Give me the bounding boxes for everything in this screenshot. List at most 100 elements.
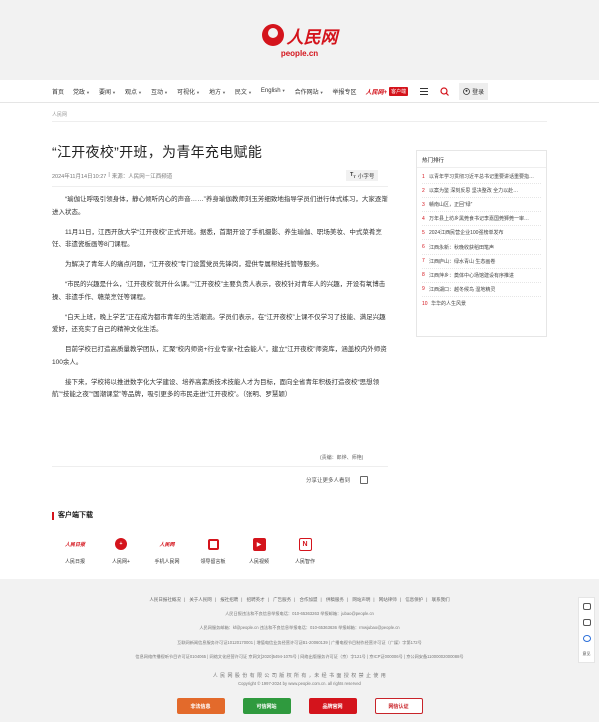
app-download-list: 人民日报 人民日报 + 人民网+ 人民网 手机人民网 领导留言板 ▶ 人民视频 … <box>52 533 328 565</box>
share-icon[interactable] <box>582 635 591 643</box>
nav-client-download[interactable]: 人民网+ 客户端 <box>365 86 409 96</box>
text-size-icon: TT <box>350 171 356 180</box>
people-create-icon: N <box>294 533 316 555</box>
list-item[interactable]: 9 江西湖口：越冬候鸟 湿地精灵 <box>422 283 541 297</box>
nav-ethnic[interactable]: 民文▼ <box>235 87 252 96</box>
list-item[interactable]: 4 万年县上坊乡黑莞食书记李嘉国莞狮莞一审… <box>422 212 541 227</box>
footer-link[interactable]: 报社招聘 <box>220 597 238 602</box>
font-size-toggle[interactable]: TT 小字号 <box>346 170 379 181</box>
hot-ranking-panel: 热门排行 1 以青年学习贯彻习近平总书记重要讲话重要指… 2 以案为鉴 深刻反思 坚… <box>416 150 547 337</box>
article-paragraph: “市民的兴趣是什么，‘江开夜校’就开什么课。”“江开夜校”主要负责人表示，夜校针… <box>52 281 386 301</box>
message-board-icon <box>202 533 224 555</box>
floating-toolbar: 意见 <box>578 597 595 663</box>
search-icon[interactable] <box>439 86 449 96</box>
chat-icon[interactable] <box>582 602 591 610</box>
cert-badge[interactable]: 可信网站 <box>242 698 291 714</box>
nav-interact[interactable]: 互动▼ <box>151 87 168 96</box>
article-paragraph: 为解决了青年人的痛点问题，“江开夜校”专门设置党员先锋岗，提供专属帮娃托管等服务… <box>65 261 323 268</box>
divider <box>52 186 388 187</box>
list-item[interactable]: 8 江西萍乡：奠体中心场馆建设有序推进 <box>422 269 541 283</box>
cert-badge[interactable]: 网信认证 <box>374 698 423 714</box>
footer-link[interactable]: 供稿服务 <box>326 597 344 602</box>
chevron-down-icon: ▼ <box>281 88 286 93</box>
footer-link[interactable]: 合作加盟 <box>300 597 318 602</box>
list-item[interactable]: 7 江西庐山：绿水青山 生态画卷 <box>422 255 541 269</box>
app-item[interactable]: N 人民智作 <box>282 533 328 565</box>
site-footer: 人民日报社概况 | 关于人民网 | 报社招聘 | 招聘英才 | 广告服务 | 合作加盟 | … <box>0 579 599 722</box>
cert-badge[interactable]: 非法信息 <box>176 698 225 714</box>
nav-report[interactable]: 举报专区 <box>333 87 357 96</box>
hot-ranking-title: 热门排行 <box>417 151 546 168</box>
client-tag: 客户端 <box>389 86 409 96</box>
footer-link[interactable]: 人民日报社概况 <box>149 597 181 602</box>
article-paragraph: “瑜伽让呼吸引领身体，静心倾听内心的声音……”养身瑜伽教师刘玉芳细致地指导学员们… <box>52 196 388 216</box>
main-nav: 首页 党政▼ 要闻▼ 观点▼ 互动▼ 可视化▼ 地方▼ 民文▼ English▼… <box>0 80 599 103</box>
nav-local[interactable]: 地方▼ <box>209 87 226 96</box>
article-title: “江开夜校”开班，为青年充电赋能 <box>52 144 263 160</box>
nav-news[interactable]: 要闻▼ <box>99 87 116 96</box>
meta-separator: | <box>108 172 110 178</box>
download-section-title: 客户端下载 <box>52 512 93 520</box>
footer-links: 人民日报社概况 | 关于人民网 | 报社招聘 | 招聘英才 | 广告服务 | 合作加盟 | … <box>149 597 450 602</box>
app-item[interactable]: 人民网 手机人民网 <box>144 533 190 566</box>
people-daily-icon: 人民日报 <box>64 541 85 548</box>
article-paragraph: “白天上班，晚上学艺”正在成为都市青年的生活潮流。学员们表示，在“江开夜校”上课… <box>52 313 386 334</box>
login-button[interactable]: 登录 <box>459 82 489 100</box>
footer-link[interactable]: 广告服务 <box>273 597 291 602</box>
list-item[interactable]: 5 2024江西民营企业100强榜单发布 <box>422 226 541 241</box>
chevron-down-icon: ▼ <box>138 89 142 95</box>
mobile-icon[interactable] <box>582 618 591 626</box>
chevron-down-icon: ▼ <box>221 89 226 95</box>
share-bar[interactable]: 分享让更多人看到 <box>306 476 369 484</box>
article-paragraph: 11月11日，江西开放大学“江开夜校”正式开班。据悉，首期开设了手机摄影、养生瑜… <box>52 228 382 249</box>
breadcrumb[interactable]: 人民网 <box>52 111 67 118</box>
article-source[interactable]: 来源：人民网－江西频道 <box>112 172 173 180</box>
app-item[interactable]: + 人民网+ <box>98 533 144 565</box>
footer-link[interactable]: 网站声明 <box>352 597 370 602</box>
chevron-down-icon: ▼ <box>319 89 324 95</box>
logo-emblem-icon <box>261 24 284 46</box>
footer-info-line: 互联网新闻信息服务许可证10120170001 | 增值电信业务经营许可证B1-… <box>177 640 422 645</box>
list-item[interactable]: 1 以青年学习贯彻习近平总书记重要讲话重要指… <box>422 170 541 185</box>
nav-partner-sites[interactable]: 合作网站▼ <box>295 87 324 96</box>
chevron-down-icon: ▼ <box>86 89 90 95</box>
nav-opinion[interactable]: 观点▼ <box>125 87 142 96</box>
footer-link[interactable]: 联系我们 <box>432 597 450 602</box>
footer-info-line: 人民日报违法和不良信息举报电话：010-65363263 举报邮箱：jubao@… <box>225 611 374 616</box>
list-item[interactable]: 2 以案为鉴 深刻反思 坚决整改 全力以赴… <box>422 184 541 199</box>
chevron-down-icon: ▼ <box>195 89 200 95</box>
feedback-button[interactable]: 意见 <box>583 651 591 657</box>
footer-link[interactable]: 网站律师 <box>379 597 397 602</box>
article-body: “瑜伽让呼吸引领身体，静心倾听内心的声音……”养身瑜伽教师刘玉芳细致地指导学员们… <box>52 194 388 409</box>
footer-info-line: 人民网服务邮箱：kf@people.cn 违法和不良信息举报电话：010-653… <box>199 625 400 630</box>
client-brand: 人民网+ <box>365 89 388 96</box>
nav-home[interactable]: 首页 <box>52 87 64 96</box>
footer-copyright-cn: 人 民 网 股 份 有 限 公 司 版 权 所 有 ，未 经 书 面 授 权 禁… <box>212 673 387 679</box>
footer-info-line: 信息网络传播视听节目许可证0104065 | 网络文化经营许可证 京网文[202… <box>135 654 464 659</box>
chevron-down-icon: ▼ <box>163 89 168 95</box>
nav-party[interactable]: 党政▼ <box>73 87 90 96</box>
chevron-down-icon: ▼ <box>247 89 252 95</box>
list-item[interactable]: 10 华华的人生风景 <box>422 297 541 311</box>
share-icon[interactable] <box>360 476 369 484</box>
list-item[interactable]: 6 江西永新：秋晚收获稻田笔声 <box>422 240 541 255</box>
article-paragraph: 接下来，学校将以推进数字化大学建设、培养高素质技术技能人才为目标，面向全省青年积… <box>52 378 380 399</box>
nav-visual[interactable]: 可视化▼ <box>177 87 200 96</box>
app-item[interactable]: 领导留言板 <box>190 533 236 565</box>
nav-english[interactable]: English▼ <box>261 88 286 94</box>
article-datetime: 2024年11月14日10:27 <box>52 174 107 180</box>
logo-text: 人民网 <box>286 27 338 48</box>
site-logo[interactable]: 人民网 people.cn <box>261 23 338 58</box>
divider <box>52 121 547 122</box>
menu-icon[interactable] <box>419 86 429 96</box>
app-item[interactable]: 人民日报 人民日报 <box>52 533 98 566</box>
people-video-icon: ▶ <box>248 533 270 555</box>
cert-badge[interactable]: 品牌官网 <box>308 698 357 714</box>
user-icon <box>463 87 470 95</box>
footer-link[interactable]: 招聘英才 <box>247 597 265 602</box>
list-item[interactable]: 3 赣南山区，正回“绿” <box>422 198 541 213</box>
footer-link[interactable]: 信息保护 <box>405 597 423 602</box>
footer-link[interactable]: 关于人民网 <box>189 597 212 602</box>
logo-domain: people.cn <box>280 48 319 58</box>
app-item[interactable]: ▶ 人民视频 <box>236 533 282 565</box>
